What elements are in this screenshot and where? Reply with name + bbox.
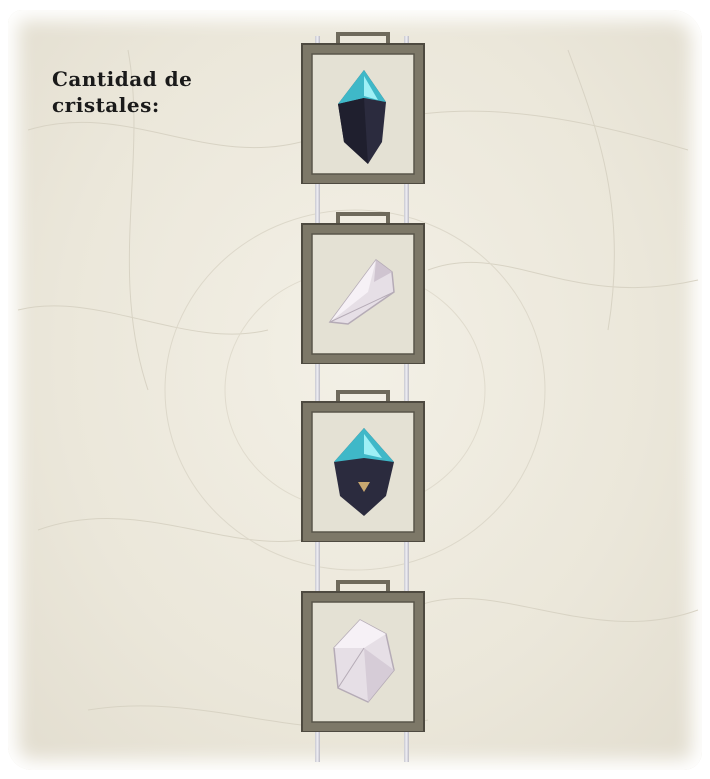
crystal-slot-3[interactable] (298, 388, 428, 542)
hanger-handle-icon (336, 32, 390, 44)
hanger-handle-icon (336, 580, 390, 592)
crystal-slot-2[interactable] (298, 210, 428, 364)
hanger-handle-icon (336, 390, 390, 402)
crystal-count-label: Cantidad de cristales: (52, 67, 193, 117)
hanger-handle-icon (336, 212, 390, 224)
crystal-slot-1[interactable] (298, 30, 428, 184)
crystal-slot-4[interactable] (298, 578, 428, 732)
crystal-panel: Cantidad de cristales: (0, 0, 710, 779)
